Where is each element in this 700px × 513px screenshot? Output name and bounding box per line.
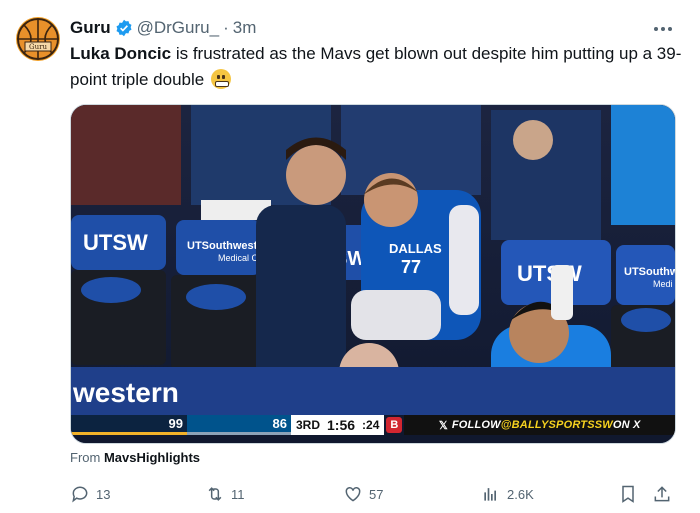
more-options-icon[interactable]: [650, 18, 676, 40]
bookmark-button[interactable]: [618, 482, 638, 506]
media-source: From MavsHighlights: [70, 450, 200, 465]
follow-banner: 𝕏 FOLLOW @BALLYSPORTSSW ON X: [404, 415, 675, 435]
repost-icon: [208, 487, 222, 501]
x-logo-icon: 𝕏: [438, 419, 448, 432]
share-icon: [654, 486, 670, 502]
separator-dot: ·: [223, 18, 229, 37]
clock: 1:56: [327, 417, 356, 433]
jersey-number: 77: [401, 257, 421, 277]
seat-text: Medi: [653, 279, 673, 289]
reply-button[interactable]: 13: [70, 482, 110, 506]
like-button[interactable]: 57: [343, 482, 383, 506]
floor-text: western: [72, 377, 179, 408]
tweet-text: Luka Doncic is frustrated as the Mavs ge…: [70, 41, 684, 93]
avatar[interactable]: Guru: [16, 17, 60, 61]
author-handle[interactable]: @DrGuru_: [137, 18, 219, 38]
shot-clock: :24: [362, 418, 380, 432]
grimacing-emoji-icon: [210, 69, 231, 89]
seat-text: Medical C: [218, 253, 259, 263]
video-frame: UTSW UTSouthwest Medical C SW UTSW UTSou…: [71, 105, 675, 443]
game-clock: 3RD 1:56 :24: [291, 415, 385, 435]
source-prefix: From: [70, 450, 104, 465]
tweet-header: Guru @DrGuru_ · 3m: [70, 16, 256, 40]
seat-text: UTSouthwest: [187, 240, 258, 252]
like-count: 57: [369, 486, 384, 502]
share-button[interactable]: [652, 482, 672, 506]
views-button[interactable]: 2.6K: [481, 482, 534, 506]
reply-count: 13: [96, 486, 111, 502]
video-media[interactable]: UTSW UTSouthwest Medical C SW UTSW UTSou…: [70, 104, 676, 444]
bookmark-icon: [622, 485, 634, 503]
timestamp[interactable]: 3m: [233, 18, 257, 38]
views-chart-icon: [484, 488, 496, 501]
avatar-label: Guru: [29, 43, 47, 51]
repost-button[interactable]: 11: [205, 482, 245, 506]
home-team-score: 99: [71, 415, 187, 435]
heart-icon: [345, 486, 361, 502]
period: 3RD: [296, 418, 321, 432]
verified-badge-icon: [116, 19, 132, 37]
reply-icon: [72, 486, 88, 503]
action-bar: 13 11 57 2.6K: [70, 482, 680, 506]
repost-count: 11: [231, 486, 245, 502]
follow-handle: @BALLYSPORTSSW: [500, 419, 613, 431]
seat-text: UTSW: [83, 230, 148, 255]
jersey-text: DALLAS: [389, 241, 442, 256]
views-count: 2.6K: [507, 486, 534, 502]
network-logo-icon: B: [386, 417, 403, 433]
author-name[interactable]: Guru: [70, 18, 111, 38]
source-name[interactable]: MavsHighlights: [104, 450, 200, 465]
scoreboard: 99 86 3RD 1:56 :24 B 𝕏 FOLLOW @BALLYSPOR…: [71, 415, 675, 435]
follow-prefix: FOLLOW: [451, 419, 501, 431]
seat-text: UTSouthw: [624, 266, 675, 278]
tweet-bold-name: Luka Doncic: [70, 44, 172, 63]
follow-suffix: ON X: [612, 419, 641, 431]
basketball-avatar-icon: Guru: [17, 18, 59, 60]
away-team-score: 86: [187, 415, 291, 435]
